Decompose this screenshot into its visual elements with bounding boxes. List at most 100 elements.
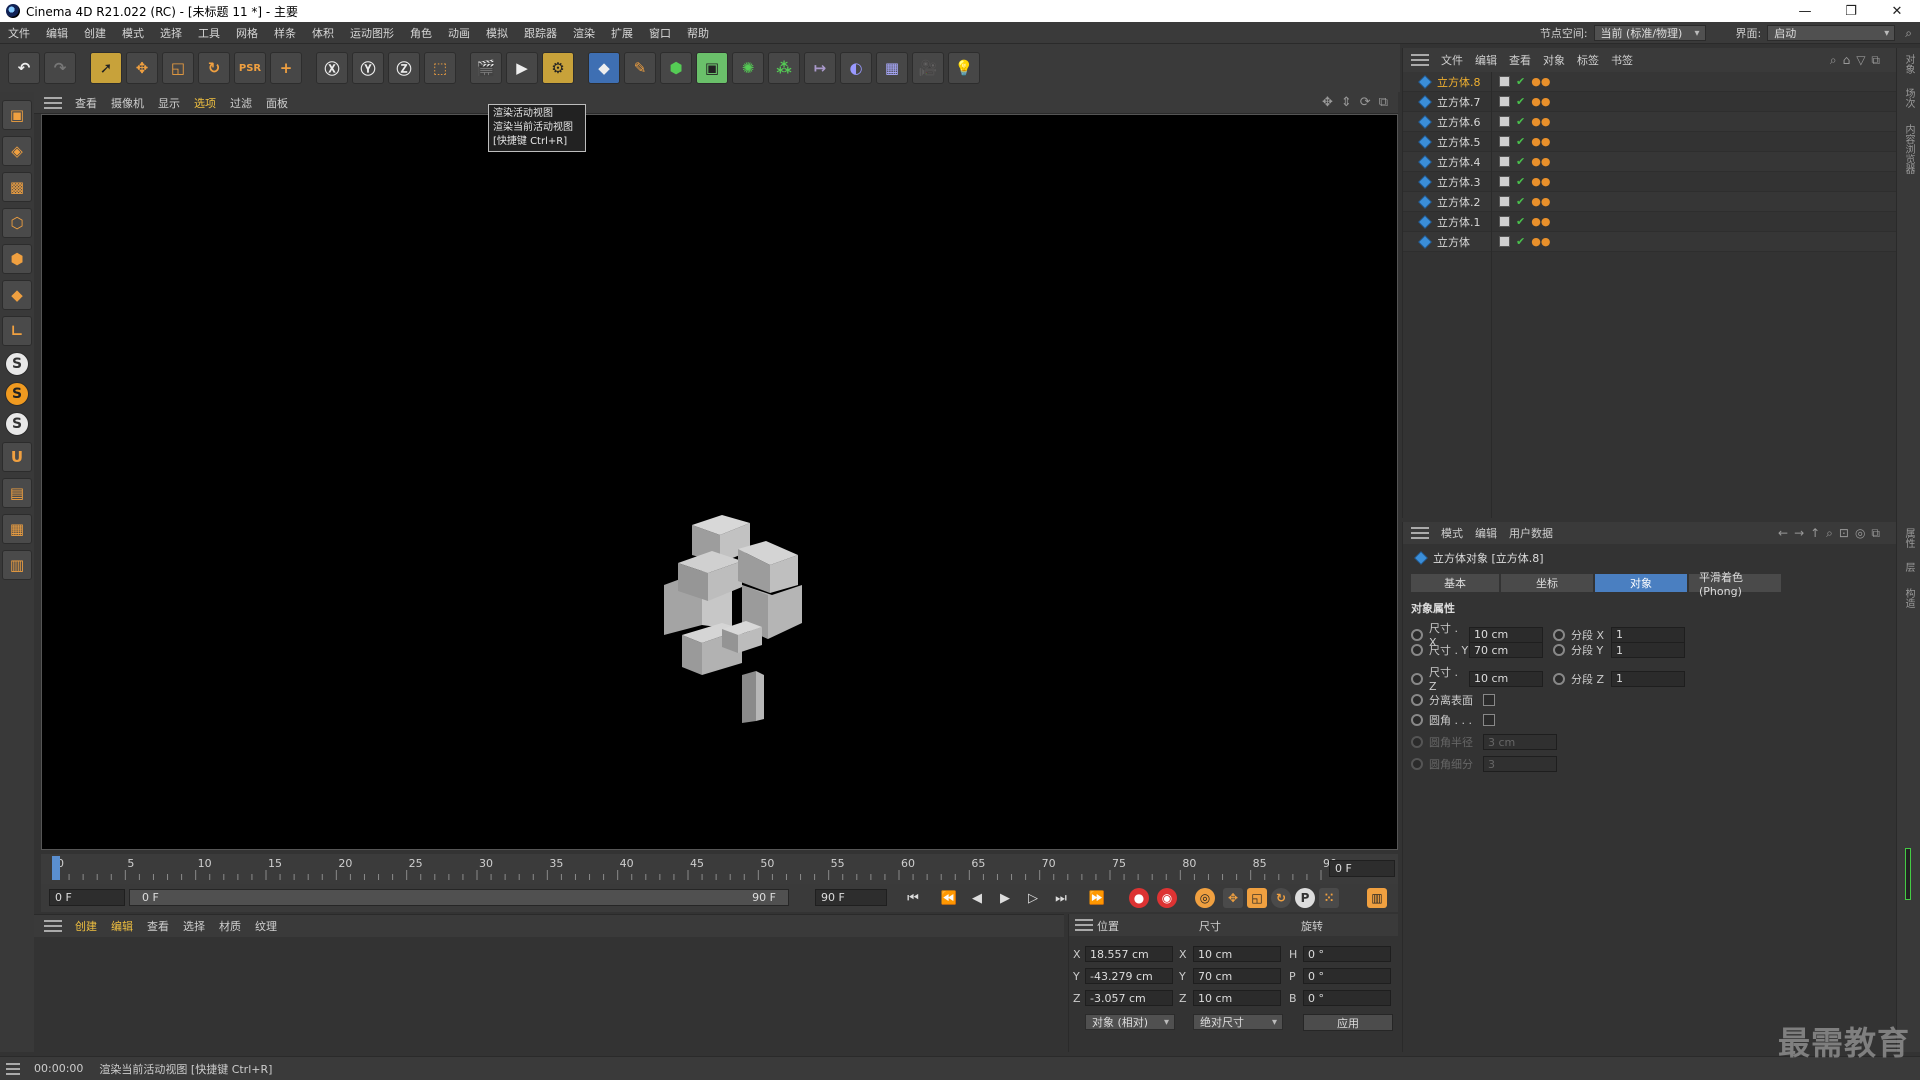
viewport-menu-filter[interactable]: 过滤 (223, 95, 259, 111)
axis-mode-icon[interactable]: ∟ (2, 316, 32, 346)
material-menu-create[interactable]: 创建 (68, 918, 104, 934)
status-hamburger-icon[interactable] (6, 1062, 20, 1075)
y-axis-lock-icon[interactable]: Ⓨ (352, 52, 384, 84)
separate-surfaces-checkbox[interactable] (1483, 694, 1495, 706)
object-row[interactable]: 立方体.6 ✔ ●● (1403, 112, 1896, 132)
visibility-check-icon[interactable]: ✔ (1516, 175, 1525, 188)
field-icon[interactable]: ◐ (840, 52, 872, 84)
material-menu-material[interactable]: 材质 (212, 918, 248, 934)
menu-render[interactable]: 渲染 (565, 25, 603, 41)
layer-tag-icon[interactable] (1499, 216, 1510, 227)
apply-button[interactable]: 应用 (1303, 1014, 1393, 1031)
menu-file[interactable]: 文件 (0, 25, 38, 41)
size-z-input[interactable]: 10 cm (1469, 670, 1543, 687)
previous-frame-icon[interactable]: ◀ (965, 887, 989, 909)
animate-seg-z-icon[interactable] (1553, 672, 1565, 685)
attribute-menu-mode[interactable]: 模式 (1435, 525, 1469, 541)
orbit-icon[interactable]: ⟳ (1360, 95, 1371, 110)
pan-icon[interactable]: ✥ (1322, 95, 1333, 110)
visibility-check-icon[interactable]: ✔ (1516, 195, 1525, 208)
visibility-check-icon[interactable]: ✔ (1516, 215, 1525, 228)
menu-edit[interactable]: 编辑 (38, 25, 76, 41)
viewport-menu-display[interactable]: 显示 (151, 95, 187, 111)
render-settings-icon[interactable]: ⚙ (542, 52, 574, 84)
object-hamburger-icon[interactable] (1411, 54, 1429, 66)
object-row[interactable]: 立方体.2 ✔ ●● (1403, 192, 1896, 212)
redo-icon[interactable]: ↷ (44, 52, 76, 84)
attribute-nav-icon[interactable]: ←→↑⌕⊡◎⧉ (1778, 526, 1886, 541)
layer-tag-icon[interactable] (1499, 116, 1510, 127)
seg-x-input[interactable]: 1 (1611, 626, 1685, 643)
material-menu-view[interactable]: 查看 (140, 918, 176, 934)
cube-primitive-icon[interactable]: ◆ (588, 52, 620, 84)
object-menu-view[interactable]: 查看 (1503, 52, 1537, 68)
next-frame-icon[interactable]: ▷ (1021, 887, 1045, 909)
recent-tools-icon[interactable]: PSR (234, 52, 266, 84)
coord-mode-dropdown[interactable]: 对象 (相对) (1085, 1014, 1175, 1030)
tab-object[interactable]: 对象 (1595, 574, 1687, 592)
vtab-layers[interactable]: 层 (1901, 562, 1916, 572)
seg-y-input[interactable]: 1 (1611, 642, 1685, 658)
vtab-content-browser[interactable]: 内容浏览器 (1901, 124, 1916, 174)
planar-workplane-icon[interactable]: ▥ (2, 550, 32, 580)
menu-mesh[interactable]: 网格 (228, 25, 266, 41)
phong-tag-icon[interactable]: ●● (1531, 155, 1550, 168)
floor-icon[interactable]: ▦ (876, 52, 908, 84)
attribute-menu-edit[interactable]: 编辑 (1469, 525, 1503, 541)
animate-size-y-icon[interactable] (1411, 644, 1423, 656)
animate-size-z-icon[interactable] (1411, 672, 1423, 685)
object-row[interactable]: 立方体.7 ✔ ●● (1403, 92, 1896, 112)
phong-tag-icon[interactable]: ●● (1531, 95, 1550, 108)
move-tool-icon[interactable]: ✥ (126, 52, 158, 84)
size-z-field[interactable]: 10 cm (1193, 990, 1281, 1006)
size-x-field[interactable]: 10 cm (1193, 946, 1281, 962)
solo-icon[interactable]: S (5, 382, 29, 406)
node-space-dropdown[interactable]: 当前 (标准/物理) (1593, 25, 1706, 41)
menu-animate[interactable]: 动画 (440, 25, 478, 41)
select-tool-icon[interactable]: ➚ (90, 52, 122, 84)
key-scale-icon[interactable]: ◱ (1247, 888, 1267, 908)
render-view-icon[interactable]: ▶ (506, 52, 538, 84)
object-name[interactable]: 立方体.3 (1437, 174, 1495, 190)
pen-spline-icon[interactable]: ✎ (624, 52, 656, 84)
menu-select[interactable]: 选择 (152, 25, 190, 41)
animate-size-x-icon[interactable] (1411, 628, 1423, 641)
next-key-icon[interactable]: ⏩ (1085, 887, 1109, 909)
subdivision-icon[interactable]: ⬢ (660, 52, 692, 84)
object-name[interactable]: 立方体.1 (1437, 214, 1495, 230)
size-y-input[interactable]: 70 cm (1469, 642, 1543, 658)
start-frame-field[interactable]: 0 F (49, 889, 125, 906)
texture-mode-icon[interactable]: ▩ (2, 172, 32, 202)
rot-p-field[interactable]: 0 ° (1303, 968, 1391, 984)
visibility-check-icon[interactable]: ✔ (1516, 115, 1525, 128)
attribute-menu-userdata[interactable]: 用户数据 (1503, 525, 1559, 541)
zoom-icon[interactable]: ⇕ (1341, 95, 1352, 110)
object-name[interactable]: 立方体.5 (1437, 134, 1495, 150)
key-pla-icon[interactable]: ⁙ (1319, 888, 1339, 908)
lock-workplane-icon[interactable]: ▦ (2, 514, 32, 544)
maximize-button[interactable]: ❐ (1828, 0, 1874, 22)
coordinate-system-icon[interactable]: ⬚ (424, 52, 456, 84)
solo-hierarchy-icon[interactable]: S (5, 412, 29, 436)
object-name[interactable]: 立方体.2 (1437, 194, 1495, 210)
camera-icon[interactable]: 🎥 (912, 52, 944, 84)
animate-seg-y-icon[interactable] (1553, 644, 1565, 656)
cloner-icon[interactable]: ⁂ (768, 52, 800, 84)
vtab-attributes[interactable]: 属性 (1901, 528, 1916, 548)
vtab-objects[interactable]: 对象 (1901, 54, 1916, 74)
hamburger-icon[interactable] (44, 96, 62, 109)
visibility-check-icon[interactable]: ✔ (1516, 135, 1525, 148)
previous-key-icon[interactable]: ⏪ (937, 887, 961, 909)
layer-tag-icon[interactable] (1499, 176, 1510, 187)
z-axis-lock-icon[interactable]: Ⓩ (388, 52, 420, 84)
phong-tag-icon[interactable]: ●● (1531, 195, 1550, 208)
object-menu-object[interactable]: 对象 (1537, 52, 1571, 68)
viewport-menu-camera[interactable]: 摄像机 (104, 95, 151, 111)
x-axis-lock-icon[interactable]: Ⓧ (316, 52, 348, 84)
pos-y-field[interactable]: -43.279 cm (1085, 968, 1173, 984)
phong-tag-icon[interactable]: ●● (1531, 175, 1550, 188)
polygons-mode-icon[interactable]: ◆ (2, 280, 32, 310)
phong-tag-icon[interactable]: ●● (1531, 235, 1550, 248)
object-name[interactable]: 立方体.7 (1437, 94, 1495, 110)
object-name[interactable]: 立方体.4 (1437, 154, 1495, 170)
